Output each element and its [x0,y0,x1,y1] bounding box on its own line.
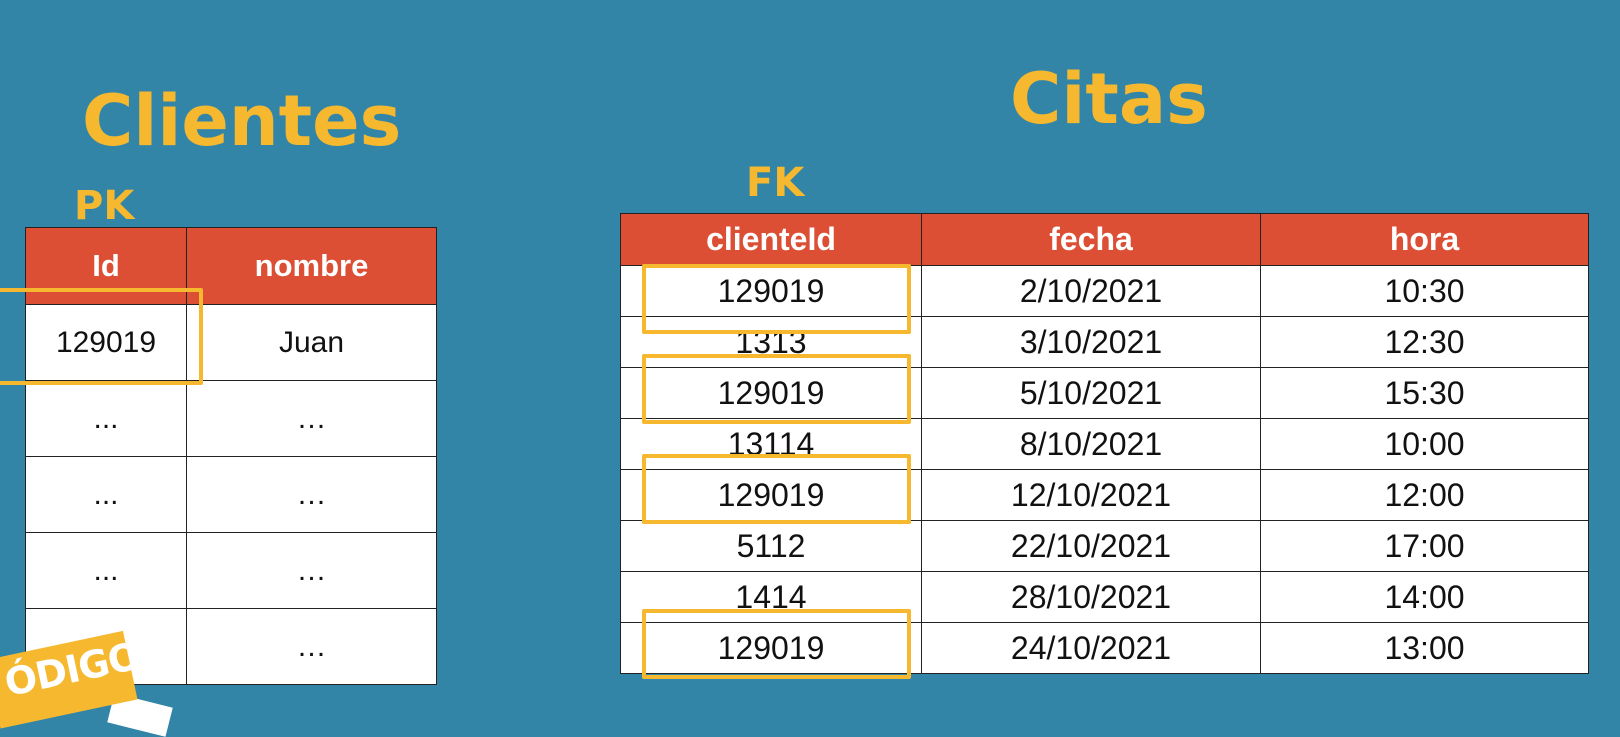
badge-text: ÓDIGO [0,633,138,706]
clientes-cell-nombre: … [186,608,437,685]
citas-cell-fecha: 24/10/2021 [921,622,1261,674]
table-row: 129019 Juan [25,304,437,381]
clientes-header-row: Id nombre [25,227,437,305]
citas-cell-clienteid: 129019 [620,469,922,521]
clientes-cell-nombre: … [186,532,437,609]
clientes-cell-nombre: … [186,380,437,457]
citas-cell-hora: 12:30 [1260,316,1589,368]
clientes-title: Clientes [82,80,402,162]
clientes-cell-nombre: Juan [186,304,437,381]
citas-cell-hora: 14:00 [1260,571,1589,623]
citas-table: clienteId fecha hora 129019 2/10/2021 10… [620,213,1589,674]
clientes-cell-id: ... [25,532,187,609]
clientes-table: Id nombre 129019 Juan ... … ... … ... … … [25,227,437,685]
citas-cell-hora: 17:00 [1260,520,1589,572]
citas-title: Citas [1010,58,1208,140]
table-row: 129019 2/10/2021 10:30 [620,265,1589,317]
citas-header-row: clienteId fecha hora [620,213,1589,266]
citas-cell-hora: 10:00 [1260,418,1589,470]
clientes-cell-id: ... [25,380,187,457]
citas-cell-clienteid: 13114 [620,418,922,470]
citas-cell-fecha: 22/10/2021 [921,520,1261,572]
citas-cell-fecha: 12/10/2021 [921,469,1261,521]
citas-cell-fecha: 28/10/2021 [921,571,1261,623]
citas-cell-hora: 12:00 [1260,469,1589,521]
table-row: 129019 12/10/2021 12:00 [620,469,1589,521]
citas-cell-clienteid: 129019 [620,367,922,419]
citas-cell-clienteid: 1313 [620,316,922,368]
table-row: 129019 5/10/2021 15:30 [620,367,1589,419]
citas-cell-clienteid: 129019 [620,622,922,674]
citas-cell-clienteid: 1414 [620,571,922,623]
pk-label: PK [74,183,135,229]
clientes-header-id: Id [25,227,187,305]
citas-header-hora: hora [1260,213,1589,266]
clientes-cell-id: ... [25,456,187,533]
citas-cell-fecha: 5/10/2021 [921,367,1261,419]
clientes-cell-id: 129019 [25,304,187,381]
table-row: ... … [25,456,437,533]
table-row: ... … [25,380,437,457]
citas-cell-fecha: 2/10/2021 [921,265,1261,317]
table-row: 129019 24/10/2021 13:00 [620,622,1589,674]
citas-cell-fecha: 3/10/2021 [921,316,1261,368]
citas-cell-clienteid: 129019 [620,265,922,317]
clientes-header-nombre: nombre [186,227,437,305]
clientes-cell-nombre: … [186,456,437,533]
fk-label: FK [746,160,805,206]
citas-cell-hora: 15:30 [1260,367,1589,419]
citas-cell-fecha: 8/10/2021 [921,418,1261,470]
citas-cell-hora: 13:00 [1260,622,1589,674]
table-row: 5112 22/10/2021 17:00 [620,520,1589,572]
citas-cell-hora: 10:30 [1260,265,1589,317]
table-row: 13114 8/10/2021 10:00 [620,418,1589,470]
table-row: 1313 3/10/2021 12:30 [620,316,1589,368]
citas-header-clienteid: clienteId [620,213,922,266]
table-row: ... … [25,532,437,609]
table-row: 1414 28/10/2021 14:00 [620,571,1589,623]
citas-cell-clienteid: 5112 [620,520,922,572]
citas-header-fecha: fecha [921,213,1261,266]
